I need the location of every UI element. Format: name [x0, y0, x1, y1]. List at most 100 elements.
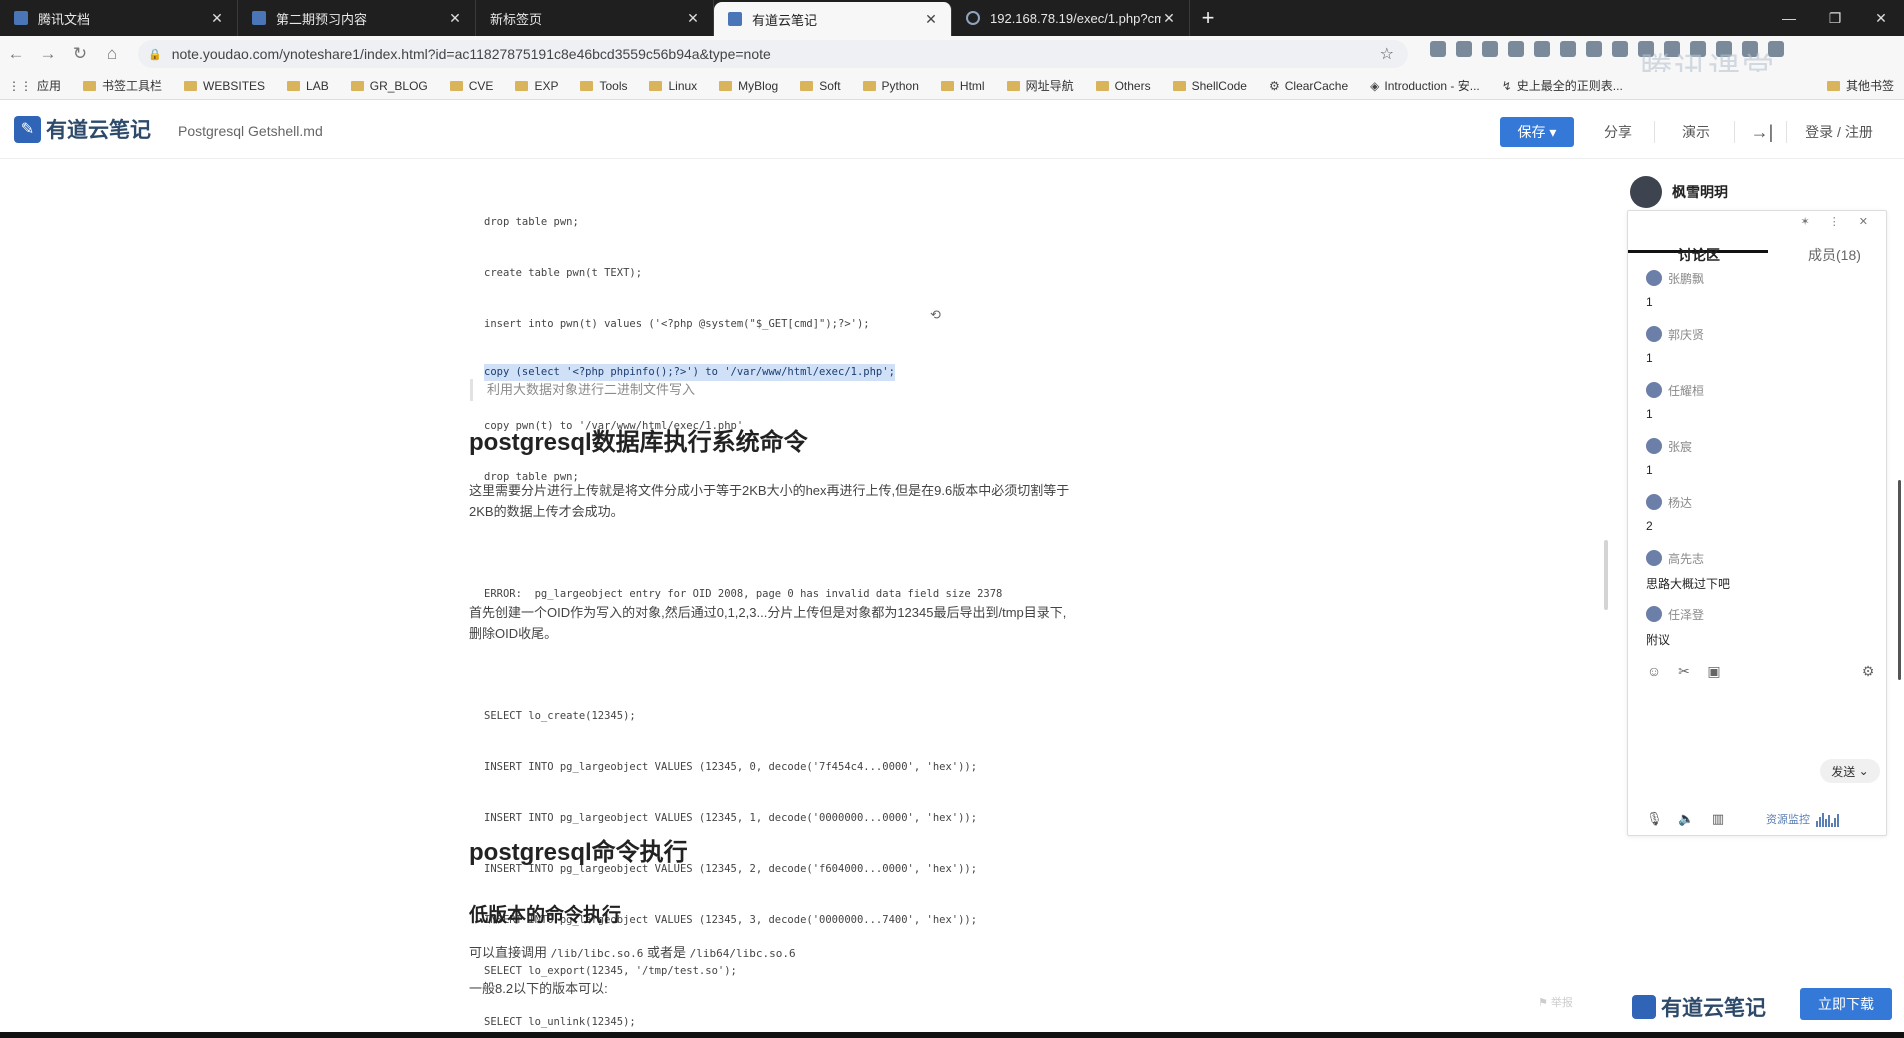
close-icon[interactable]: ✕: [209, 10, 225, 27]
close-icon[interactable]: ✕: [685, 10, 701, 27]
browser-tab[interactable]: 192.168.78.19/exec/1.php?cm ✕: [952, 0, 1190, 36]
divider: [1734, 121, 1735, 143]
extension-icon[interactable]: [1456, 41, 1472, 57]
browser-tab-active[interactable]: 有道云笔记 ✕: [714, 2, 952, 36]
footer-logo[interactable]: 有道云笔记: [1632, 992, 1766, 1022]
close-icon[interactable]: ✕: [923, 11, 939, 28]
microphone-icon[interactable]: 🎙: [1646, 811, 1663, 827]
extension-icon[interactable]: [1508, 41, 1524, 57]
close-icon[interactable]: ✕: [447, 10, 463, 27]
forward-icon[interactable]: →: [32, 44, 64, 64]
extension-icon[interactable]: [1534, 41, 1550, 57]
login-button[interactable]: 登录 / 注册: [1794, 117, 1884, 147]
tab-members[interactable]: 成员(18): [1808, 245, 1861, 265]
avatar: [1646, 550, 1662, 566]
doc-title: Postgresql Getshell.md: [178, 123, 323, 139]
folder-icon: [1006, 80, 1020, 91]
close-icon[interactable]: ✕: [1161, 10, 1177, 27]
bookmark-folder[interactable]: Linux: [649, 79, 697, 93]
paragraph: 首先创建一个OID作为写入的对象,然后通过0,1,2,3...分片上传但是对象都…: [469, 605, 1067, 641]
bookmark-folder[interactable]: 书签工具栏: [83, 77, 162, 94]
extension-icon[interactable]: [1430, 41, 1446, 57]
emoji-icon[interactable]: ☺: [1646, 663, 1662, 679]
bookmark-folder[interactable]: Python: [862, 79, 919, 93]
bookmark-folder[interactable]: WEBSITES: [184, 79, 265, 93]
scissors-icon[interactable]: ✂: [1676, 663, 1692, 679]
resource-monitor-link[interactable]: 资源监控: [1766, 811, 1810, 827]
signal-icon[interactable]: ▥: [1710, 811, 1726, 827]
reload-icon[interactable]: ↻: [64, 44, 96, 64]
sender-name: 张鹏飘: [1668, 271, 1705, 286]
avatar: [1646, 606, 1662, 622]
folder-icon: [350, 80, 364, 91]
bookmark-folder[interactable]: Html: [940, 79, 985, 93]
youdao-logo[interactable]: ✎ 有道云笔记: [14, 114, 151, 144]
extension-icon[interactable]: [1586, 41, 1602, 57]
demo-button[interactable]: 演示: [1666, 117, 1726, 147]
folder-icon: [649, 80, 663, 91]
chat-message: 杨达 2: [1646, 491, 1876, 547]
url-input[interactable]: 🔒 note.youdao.com/ynoteshare1/index.html…: [138, 40, 1408, 68]
new-tab-button[interactable]: +: [1190, 0, 1226, 36]
restore-icon[interactable]: ❐: [1812, 0, 1858, 36]
minimize-icon[interactable]: —: [1766, 0, 1812, 36]
message-text: 1: [1646, 463, 1653, 477]
paragraph: 这里需要分片进行上传就是将文件分成小于等于2KB大小的hex再进行上传,但是在9…: [469, 483, 1070, 519]
bookmark-folder[interactable]: EXP: [515, 79, 558, 93]
panel-options-icon[interactable]: ✶ ⋮ ✕: [1800, 215, 1876, 228]
bookmark-label: EXP: [534, 78, 559, 93]
bookmark-apps[interactable]: ⋮⋮ 应用: [8, 77, 61, 94]
extension-icon[interactable]: [1612, 41, 1628, 57]
bookmark-folder[interactable]: Others: [1095, 79, 1151, 93]
save-button[interactable]: 保存 ▾: [1500, 117, 1574, 147]
chat-message: 张宸 1: [1646, 435, 1876, 491]
bookmark-label: Linux: [668, 78, 698, 93]
translate-icon[interactable]: ⟲: [930, 307, 948, 325]
share-button[interactable]: 分享: [1588, 117, 1648, 147]
image-icon[interactable]: ▣: [1706, 663, 1722, 679]
report-label: 举报: [1550, 997, 1573, 1009]
bookmark-folder[interactable]: Tools: [580, 79, 627, 93]
message-text: 思路大概过下吧: [1646, 577, 1731, 591]
close-window-icon[interactable]: ✕: [1858, 0, 1904, 36]
bookmark-folder[interactable]: Soft: [800, 78, 841, 93]
page-scrollbar[interactable]: [1898, 480, 1901, 680]
settings-icon[interactable]: ⚙: [1860, 663, 1876, 679]
back-icon[interactable]: ←: [0, 44, 32, 64]
tab-label: 有道云笔记: [752, 12, 818, 28]
bookmark-link[interactable]: ↯ 史上最全的正则表...: [1502, 77, 1623, 94]
other-bookmarks[interactable]: 其他书签: [1826, 77, 1894, 94]
extension-icon[interactable]: [1482, 41, 1498, 57]
bookmark-label: 史上最全的正则表...: [1516, 79, 1623, 93]
bookmark-folder[interactable]: 网址导航: [1006, 77, 1074, 94]
browser-tab[interactable]: 新标签页 ✕: [476, 0, 714, 36]
browser-tab[interactable]: 腾讯文档 ✕: [0, 0, 238, 36]
bookmark-folder[interactable]: ShellCode: [1172, 79, 1247, 93]
tab-label: 第二期预习内容: [276, 11, 368, 27]
browser-tab[interactable]: 第二期预习内容 ✕: [238, 0, 476, 36]
bookmark-folder[interactable]: CVE: [449, 79, 493, 93]
bookmark-link[interactable]: ◈ Introduction - 安...: [1370, 77, 1480, 94]
tab-label: 新标签页: [490, 11, 543, 27]
avatar: [1646, 494, 1662, 510]
bookmark-folder[interactable]: MyBlog: [719, 79, 778, 93]
document-scrollbar[interactable]: [1604, 540, 1608, 610]
tab-label: 192.168.78.19/exec/1.php?cm: [990, 10, 1161, 26]
bookmark-link[interactable]: ⚙ ClearCache: [1269, 79, 1348, 93]
speaker-icon[interactable]: 🔈: [1678, 811, 1694, 827]
chat-message: 高先志 思路大概过下吧: [1646, 547, 1876, 603]
star-icon[interactable]: ☆: [1380, 44, 1394, 64]
resource-bars-icon: [1816, 811, 1839, 827]
download-button[interactable]: 立即下载: [1800, 988, 1892, 1020]
bookmark-label: Soft: [819, 78, 841, 93]
report-link[interactable]: ⚑ 举报: [1538, 994, 1573, 1010]
bookmark-folder[interactable]: GR_BLOG: [350, 79, 428, 93]
tab-discussion[interactable]: 讨论区: [1678, 245, 1720, 265]
extension-icon[interactable]: [1560, 41, 1576, 57]
home-icon[interactable]: ⌂: [96, 44, 128, 64]
send-button[interactable]: 发送 ⌄: [1820, 759, 1880, 783]
collapse-icon[interactable]: →|: [1742, 117, 1782, 147]
chat-message: 任泽登 附议: [1646, 603, 1876, 659]
folder-icon: [184, 80, 198, 91]
bookmark-folder[interactable]: LAB: [287, 79, 329, 93]
